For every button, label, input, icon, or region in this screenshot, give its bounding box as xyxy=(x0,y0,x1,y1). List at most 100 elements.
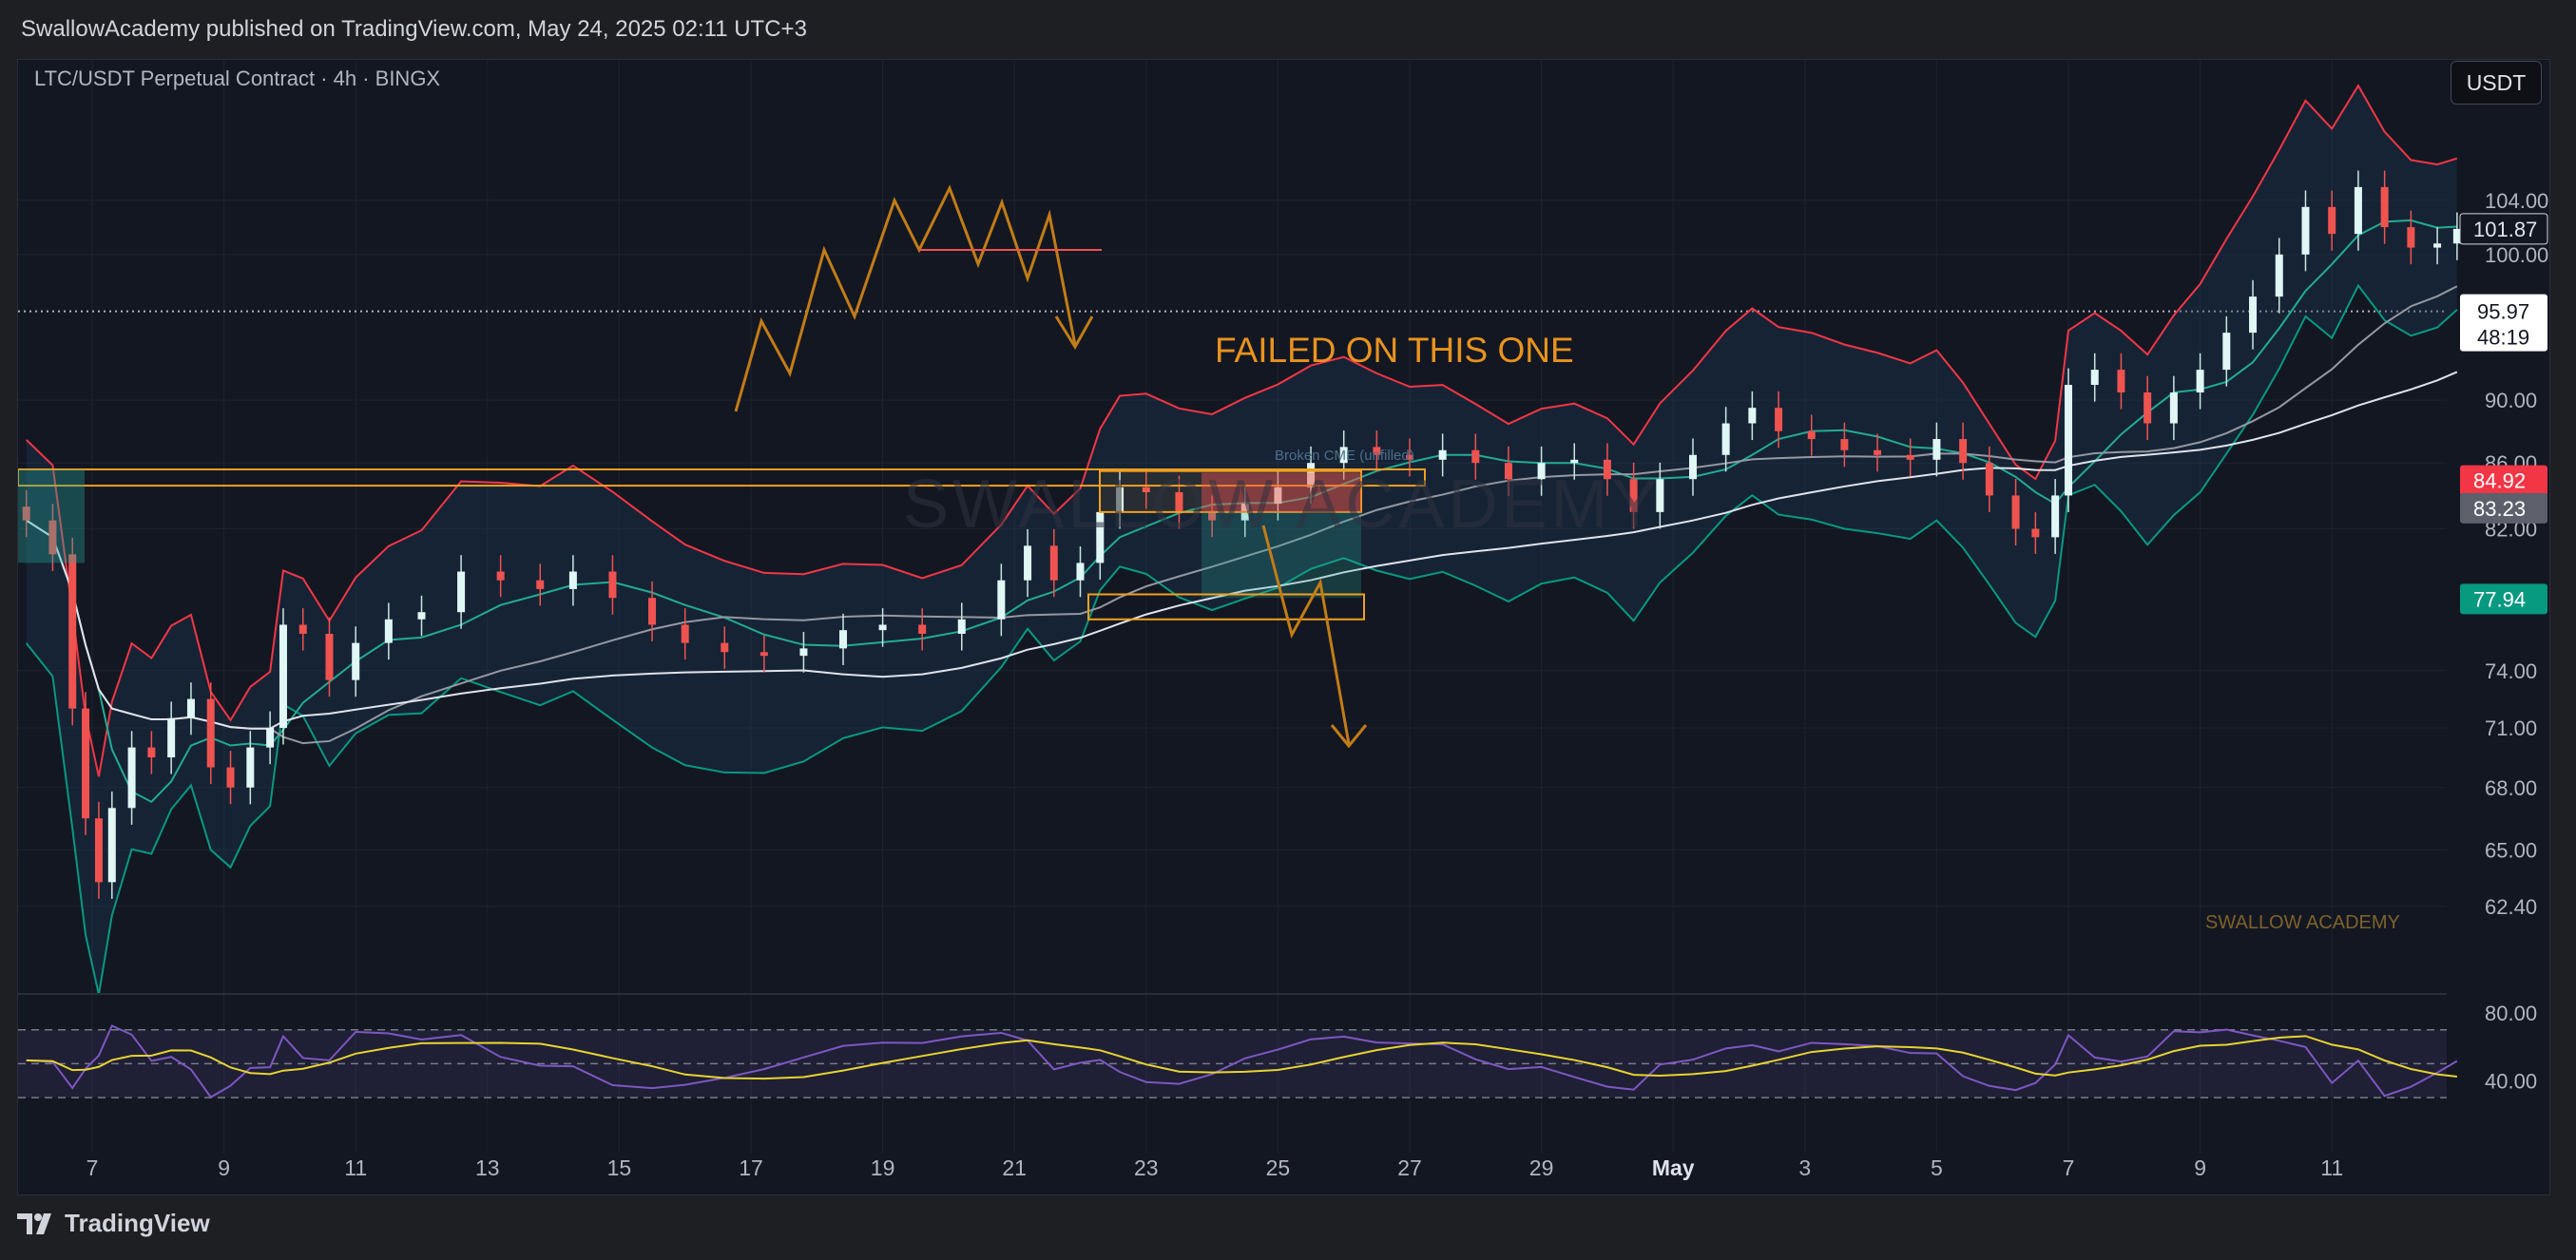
swallow-academy-watermark: SWALLOW ACADEMY xyxy=(2205,912,2400,933)
countdown-price: 95.97 xyxy=(2477,300,2529,324)
candle-body xyxy=(878,624,887,631)
candle-body xyxy=(266,727,275,748)
price-tick-label: 74.00 xyxy=(2485,659,2537,683)
candle-body xyxy=(1471,449,1480,464)
candle-body xyxy=(82,708,90,819)
candle-body xyxy=(2301,206,2310,255)
candle-body xyxy=(1985,463,1993,496)
candle-body xyxy=(799,648,808,657)
candle-body xyxy=(298,624,307,635)
candle-body xyxy=(167,717,176,758)
candle-body xyxy=(1840,439,1849,450)
publisher-header: SwallowAcademy published on TradingView.… xyxy=(0,0,2576,59)
time-tick-label: 3 xyxy=(1798,1155,1811,1180)
candle-body xyxy=(759,652,768,657)
candle-body xyxy=(2196,370,2204,393)
candle-body xyxy=(68,554,77,709)
rsi-tick-label: 40.00 xyxy=(2485,1069,2537,1093)
candle-body xyxy=(957,619,966,635)
candle-body xyxy=(94,818,103,883)
candle-body xyxy=(2143,392,2152,424)
candle-body xyxy=(2065,385,2072,496)
candle-body xyxy=(2117,370,2125,393)
time-tick-label: 9 xyxy=(218,1155,230,1180)
projection-arrow-up xyxy=(734,184,1077,412)
time-tick-label: 25 xyxy=(1266,1155,1291,1180)
candle-body xyxy=(226,767,235,788)
candle-body xyxy=(839,630,848,649)
candle-body xyxy=(1906,454,1914,460)
candle-body xyxy=(2275,254,2283,297)
time-tick-label: 15 xyxy=(607,1155,632,1180)
candle-body xyxy=(1959,439,1968,464)
candle-body xyxy=(384,619,393,643)
left-zone xyxy=(18,468,85,563)
candle-body xyxy=(1775,408,1783,431)
candle-body xyxy=(2354,186,2362,235)
price-tick-label: 68.00 xyxy=(2485,776,2537,800)
red-price-tag: 84.92 xyxy=(2473,469,2526,493)
chart-frame[interactable]: Broken CME (unfilled) 104.00 100.00 90.00 86… xyxy=(17,59,2550,1195)
time-tick-label: 13 xyxy=(475,1155,500,1180)
candle-body xyxy=(147,747,156,758)
candle-body xyxy=(997,580,1006,620)
symbol-title[interactable]: LTC/USDT Perpetual Contract · 4h · BINGX xyxy=(34,67,440,91)
price-tick-label: 90.00 xyxy=(2485,389,2537,412)
time-axis: 7 9 11 13 15 17 19 21 23 25 27 29 May 3 5 7 9 11 xyxy=(87,1155,2344,1180)
price-tick-label: 104.00 xyxy=(2485,189,2548,213)
time-tick-label: 11 xyxy=(2320,1155,2343,1180)
candle-body xyxy=(2407,227,2415,248)
price-tick-label: 71.00 xyxy=(2485,716,2537,740)
candle-body xyxy=(1932,439,1941,460)
countdown-time: 48:19 xyxy=(2477,326,2529,350)
candle-body xyxy=(127,747,136,809)
candle-body xyxy=(279,624,287,728)
candle-body xyxy=(2328,206,2336,235)
candle-body xyxy=(2249,296,2258,334)
candle-body xyxy=(457,571,466,613)
failed-annotation: FAILED ON THIS ONE xyxy=(1215,331,1574,370)
tradingview-logo-icon xyxy=(17,1212,51,1234)
candle-body xyxy=(918,624,927,635)
candle-body xyxy=(2169,392,2178,424)
rsi-tick-label: 80.00 xyxy=(2485,1002,2537,1025)
candle-body xyxy=(2051,495,2060,538)
candle-body xyxy=(1438,449,1447,460)
candle-body xyxy=(1024,545,1032,581)
footer[interactable]: TradingView xyxy=(17,1209,210,1238)
broken-cme-label: Broken CME (unfilled) xyxy=(1275,448,1414,464)
time-tick-label: 29 xyxy=(1529,1155,1554,1180)
time-tick-label: 7 xyxy=(87,1155,99,1180)
candle-body xyxy=(2433,243,2442,248)
time-tick-label: 9 xyxy=(2194,1155,2206,1180)
green-price-tag: 77.94 xyxy=(2473,587,2526,611)
time-tick-label: 23 xyxy=(1134,1155,1159,1180)
candle-body xyxy=(1049,545,1058,581)
time-tick-label: 11 xyxy=(344,1155,367,1180)
candle-body xyxy=(186,698,195,718)
candle-body xyxy=(1076,563,1085,581)
candle-body xyxy=(325,634,334,680)
candle-body xyxy=(352,642,360,680)
candle-body xyxy=(608,571,617,599)
candle-body xyxy=(2222,333,2231,371)
candle-body xyxy=(1748,408,1757,424)
currency-button[interactable]: USDT xyxy=(2451,61,2542,105)
candle-body xyxy=(1570,459,1579,464)
candle-body xyxy=(2031,528,2040,538)
candle-body xyxy=(496,571,505,581)
candle-body xyxy=(1688,454,1697,480)
current-price-tag: 101.87 xyxy=(2473,218,2537,241)
chart-canvas[interactable]: Broken CME (unfilled)104.00100.0090.0086… xyxy=(18,60,2549,1194)
time-tick-label: 19 xyxy=(871,1155,895,1180)
candle-body xyxy=(206,698,215,768)
candle-body xyxy=(246,747,255,788)
time-tick-label: May xyxy=(1652,1155,1695,1180)
gray-price-tag: 83.23 xyxy=(2473,497,2526,521)
candle-body xyxy=(1807,430,1816,440)
candle-body xyxy=(2090,370,2099,386)
candle-body xyxy=(2011,495,2020,529)
time-tick-label: 5 xyxy=(1931,1155,1943,1180)
tradingview-brand: TradingView xyxy=(65,1209,210,1237)
candle-body xyxy=(648,598,657,625)
